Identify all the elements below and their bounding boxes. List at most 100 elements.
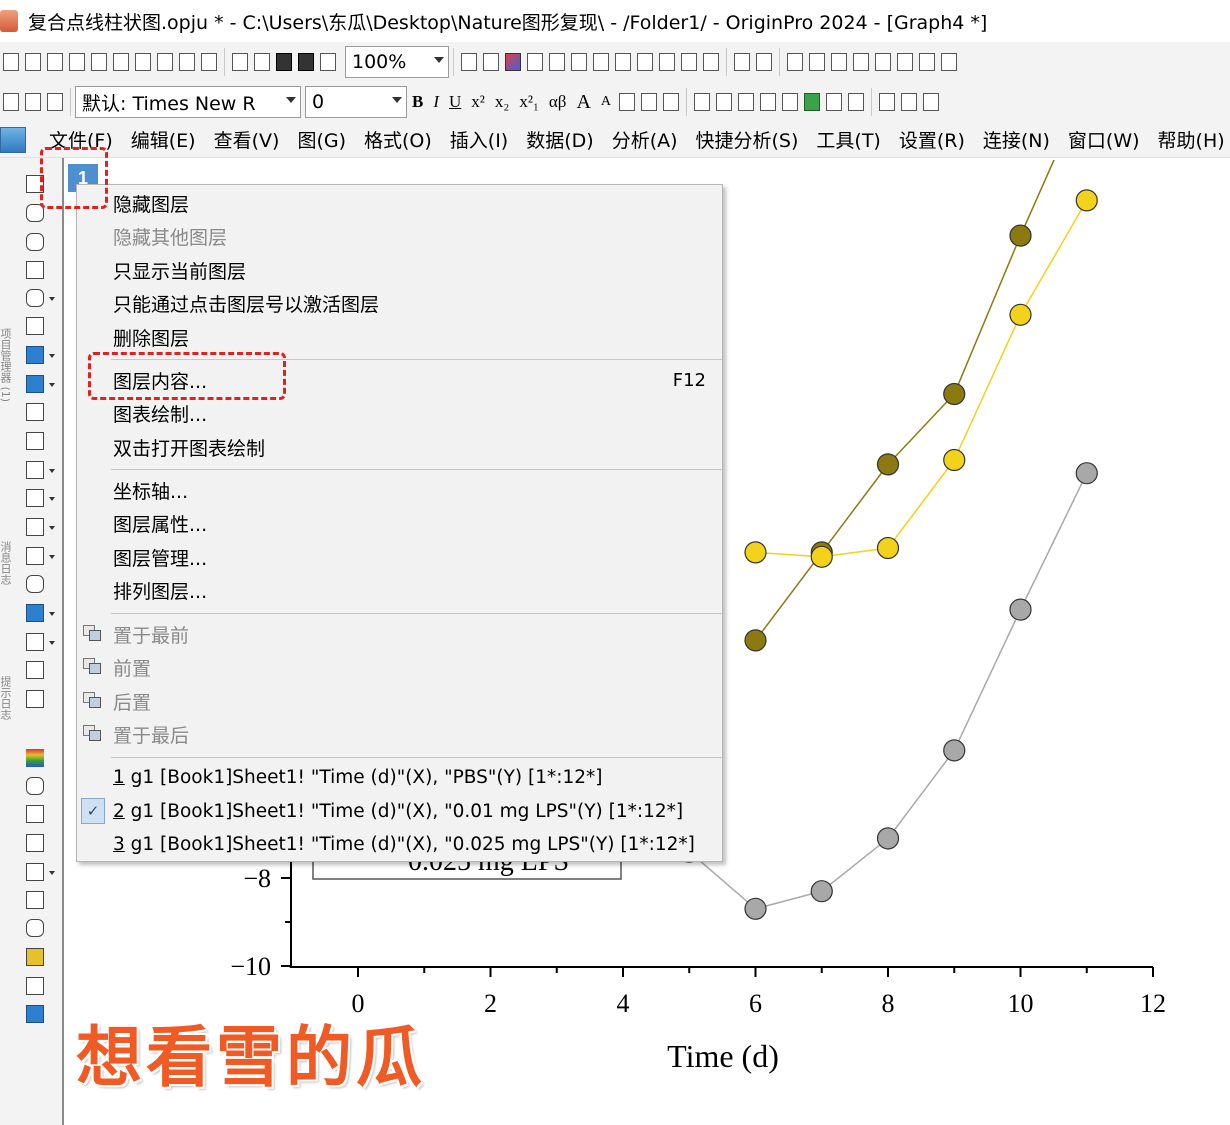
equation-tool[interactable] <box>25 603 55 623</box>
grow-font-button[interactable]: A <box>576 91 590 114</box>
filter-icon[interactable] <box>941 53 957 71</box>
new-workbook-icon[interactable] <box>47 53 63 71</box>
workbook-organizer-icon[interactable] <box>659 53 675 71</box>
formula-tool[interactable] <box>25 1004 45 1024</box>
shrink-font-button[interactable]: A <box>601 94 611 110</box>
peak-icon[interactable] <box>919 53 935 71</box>
object-manager-tool[interactable] <box>25 660 45 680</box>
paste-icon[interactable] <box>47 93 63 111</box>
menu-data[interactable]: 数据(D) <box>517 126 602 153</box>
color-scale-tool[interactable] <box>25 748 45 768</box>
tab-hint-log[interactable]: 提示日志 <box>0 676 13 720</box>
supsub-button[interactable]: x²₁ <box>519 92 539 112</box>
new-folder-icon[interactable] <box>25 53 41 71</box>
menu-item-layer-properties[interactable]: 图层属性... <box>77 507 722 540</box>
arrow-tool[interactable] <box>25 488 55 508</box>
save-template-icon[interactable] <box>298 53 314 71</box>
data-reader-tool[interactable] <box>25 288 55 308</box>
screen-reader-tool[interactable] <box>25 260 45 280</box>
project-explorer-icon[interactable] <box>593 53 609 71</box>
legend-tool[interactable] <box>25 833 45 853</box>
add-layer-icon[interactable] <box>804 93 821 111</box>
bracket-tool[interactable] <box>25 862 55 882</box>
zoom-select[interactable]: 100% <box>345 46 449 78</box>
new-graph-icon[interactable] <box>69 53 85 71</box>
move-up-icon[interactable] <box>694 93 711 111</box>
group-icon[interactable] <box>738 93 755 111</box>
presentation-icon[interactable] <box>483 53 499 71</box>
superscript-button[interactable]: x² <box>471 92 485 112</box>
draw-data-tool[interactable] <box>25 374 55 394</box>
align-icon[interactable] <box>619 93 636 111</box>
find-icon[interactable] <box>615 53 631 71</box>
menu-help[interactable]: 帮助(H) <box>1149 126 1230 153</box>
merge-icon[interactable] <box>826 93 843 111</box>
menu-insert[interactable]: 插入(I) <box>441 126 517 153</box>
italic-button[interactable]: I <box>433 92 439 112</box>
recalculate-icon[interactable] <box>320 53 336 71</box>
scatter-select-tool[interactable] <box>25 402 45 422</box>
histogram-icon[interactable] <box>897 53 913 71</box>
tab-messages-log[interactable]: 消息日志 <box>0 541 13 585</box>
new-layout-icon[interactable] <box>135 53 151 71</box>
line-color-icon[interactable] <box>923 93 940 111</box>
bold-button[interactable]: B <box>412 92 423 112</box>
pattern-icon[interactable] <box>901 93 918 111</box>
link-icon[interactable] <box>848 93 865 111</box>
data-reader-icon[interactable] <box>637 53 653 71</box>
set-column-values-icon[interactable] <box>853 53 869 71</box>
mask-tool[interactable] <box>25 345 55 365</box>
ungroup-icon[interactable] <box>760 93 777 111</box>
insert-graph-tool[interactable] <box>25 632 55 652</box>
layer-icon[interactable] <box>782 93 799 111</box>
table-tool[interactable] <box>25 460 55 480</box>
print-icon[interactable] <box>461 53 477 71</box>
statistics-icon[interactable] <box>809 53 825 71</box>
results-log-icon[interactable] <box>549 53 565 71</box>
menu-item-delete-layer[interactable]: 删除图层 <box>77 321 722 354</box>
menu-item-arrange-layers[interactable]: 排列图层... <box>77 574 722 607</box>
save-icon[interactable] <box>276 53 292 71</box>
layer-tool[interactable] <box>25 804 45 824</box>
underline-button[interactable]: U <box>449 92 461 112</box>
sort-icon[interactable] <box>831 53 847 71</box>
origin-app-icon[interactable] <box>0 10 18 32</box>
rectangle-tool[interactable] <box>25 546 55 566</box>
menu-item-plot-1[interactable]: 1 g1 [Book1]Sheet1! "Time (d)"(X), "PBS"… <box>77 761 722 794</box>
zoom-out-tool[interactable] <box>25 232 45 252</box>
script-window-icon[interactable] <box>756 53 772 71</box>
menu-item-plot-2[interactable]: ✓ 2 g1 [Book1]Sheet1! "Time (d)"(X), "0.… <box>77 795 722 828</box>
subscript-button[interactable]: x₂ <box>495 92 509 112</box>
cloud-icon[interactable] <box>254 53 270 71</box>
column-chart-icon[interactable] <box>875 53 891 71</box>
greek-button[interactable]: αβ <box>549 92 567 112</box>
text-tool[interactable] <box>25 431 45 451</box>
new-project-icon[interactable] <box>3 53 19 71</box>
menu-connect[interactable]: 连接(N) <box>974 126 1059 153</box>
roi-tool[interactable] <box>25 776 45 796</box>
color-bar-tool[interactable] <box>25 890 45 910</box>
menu-format[interactable]: 格式(O) <box>355 126 441 153</box>
menu-analysis[interactable]: 分析(A) <box>603 126 687 153</box>
scale-tool[interactable] <box>25 316 45 336</box>
menu-item-show-current-layer-only[interactable]: 只显示当前图层 <box>77 254 722 287</box>
line-tool[interactable] <box>25 517 55 537</box>
fill-color-icon[interactable] <box>879 93 896 111</box>
menu-tools[interactable]: 工具(T) <box>807 126 889 153</box>
font-color-icon[interactable] <box>663 93 680 111</box>
menu-item-hide-layer[interactable]: 隐藏图层 <box>77 187 722 220</box>
font-size-select[interactable]: 0 <box>305 86 407 118</box>
new-report-icon[interactable] <box>201 53 217 71</box>
folder-tool[interactable] <box>25 947 45 967</box>
open-icon[interactable] <box>232 53 248 71</box>
object-3d-tool[interactable] <box>25 689 45 709</box>
menu-item-dblclick-plot-setup[interactable]: 双击打开图表绘制 <box>77 431 722 464</box>
font-name-select[interactable]: 默认: Times New R <box>75 86 301 118</box>
color-manager-icon[interactable] <box>505 53 521 71</box>
menu-edit[interactable]: 编辑(E) <box>122 126 205 153</box>
graph-window-icon[interactable] <box>0 126 26 153</box>
new-function-icon[interactable] <box>113 53 129 71</box>
new-notes-icon[interactable] <box>157 53 173 71</box>
menu-graph[interactable]: 图(G) <box>288 126 355 153</box>
list-icon[interactable] <box>641 93 658 111</box>
